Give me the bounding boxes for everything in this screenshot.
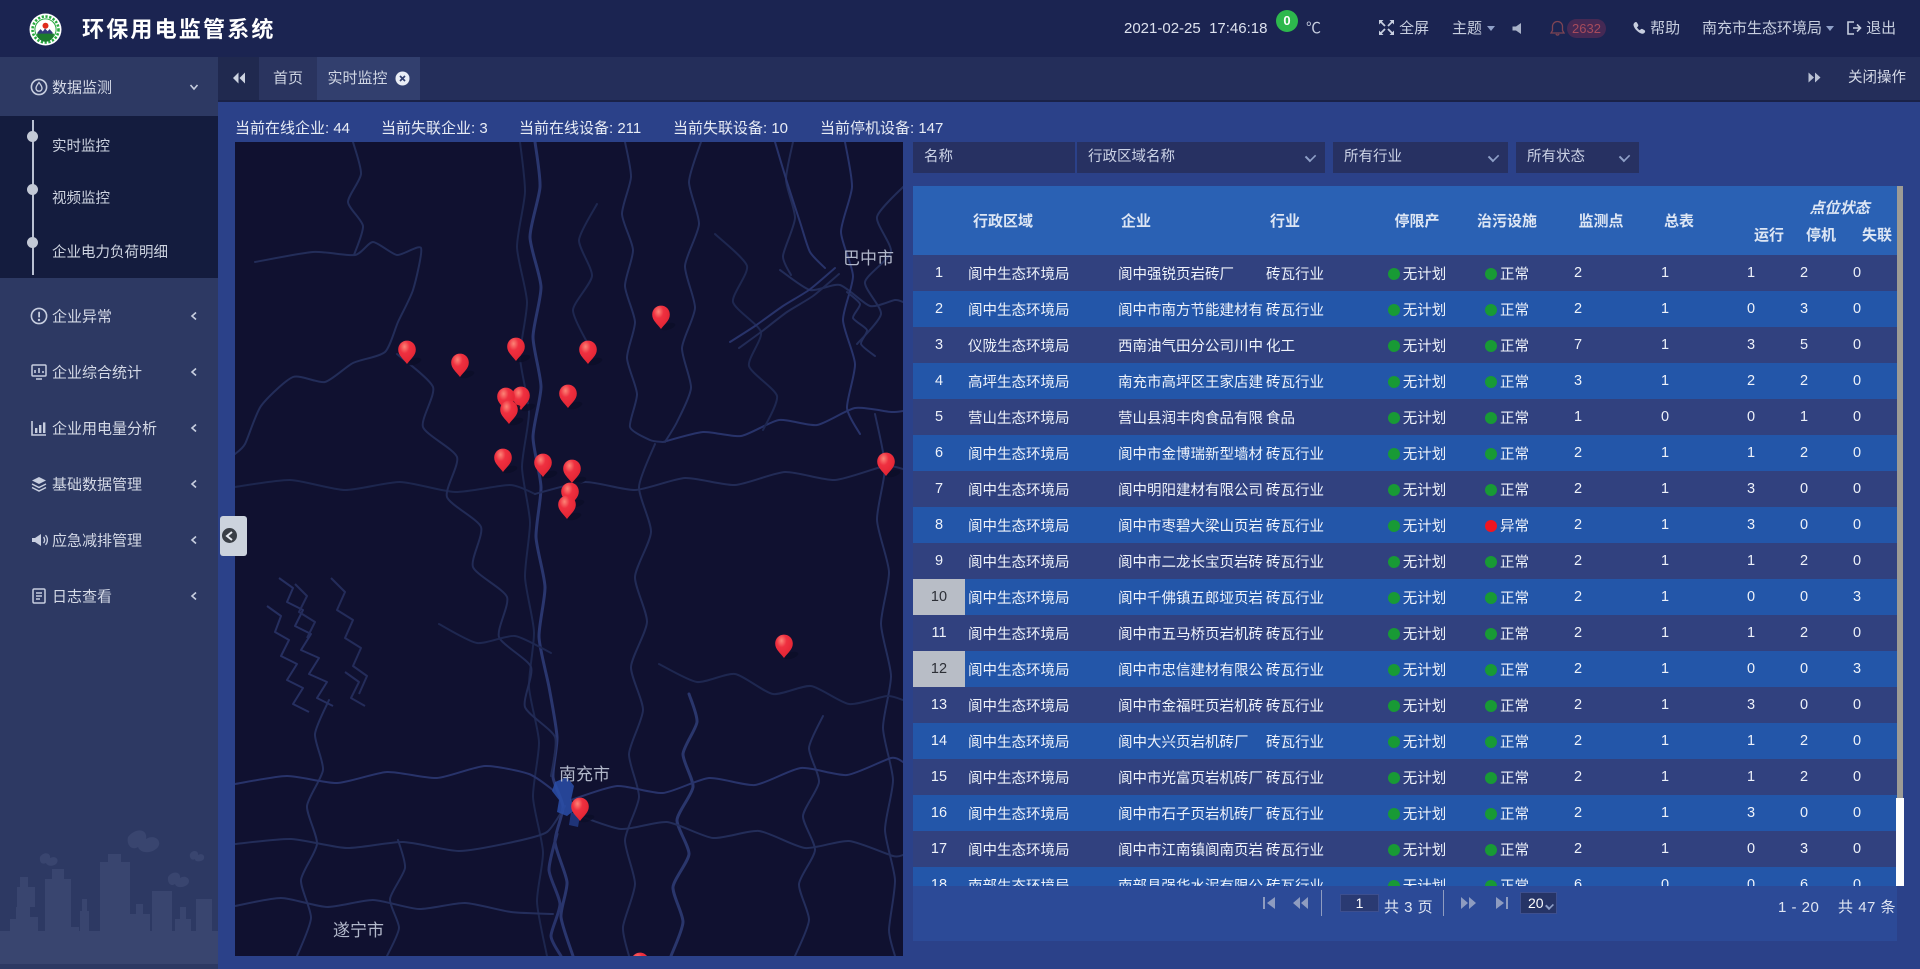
svg-text:遂宁市: 遂宁市 (333, 921, 384, 940)
svg-text:南充市: 南充市 (559, 765, 610, 784)
svg-text:巴中市: 巴中市 (843, 249, 894, 268)
